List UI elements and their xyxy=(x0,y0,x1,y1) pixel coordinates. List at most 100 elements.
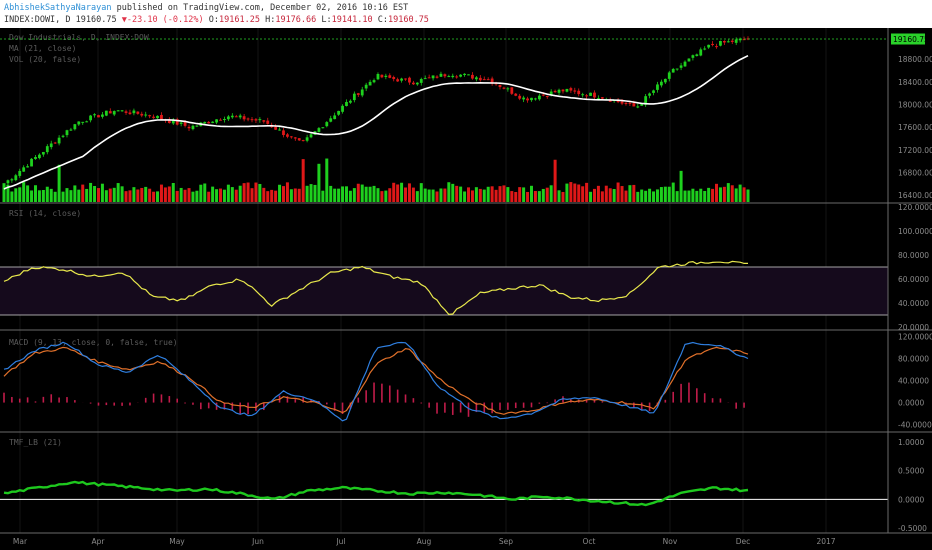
volume-bar xyxy=(411,187,415,202)
volume-bar xyxy=(699,188,703,202)
volume-bar xyxy=(585,182,589,202)
candle-body xyxy=(467,74,470,76)
candle-body xyxy=(691,55,695,58)
candle-body xyxy=(215,119,218,123)
candle-body xyxy=(89,115,93,121)
candle-body xyxy=(144,114,148,116)
volume-bar xyxy=(199,184,203,202)
volume-bar xyxy=(415,191,419,202)
candle-body xyxy=(667,72,671,79)
volume-bar xyxy=(258,183,262,202)
x-tick-label: Nov xyxy=(663,537,678,546)
candle-body xyxy=(246,118,250,120)
macd-hist-bar xyxy=(514,402,517,409)
volume-bar xyxy=(640,189,644,202)
x-tick-label: Dec xyxy=(736,537,751,546)
candle-body xyxy=(266,120,270,124)
symbol-name: INDEX:DOWI, D xyxy=(4,15,71,25)
price-pane-title: Dow Industrials, D, INDEX:DOW xyxy=(9,33,149,42)
volume-bar xyxy=(104,190,108,202)
macd-hist-bar xyxy=(483,402,486,414)
macd-hist-bar xyxy=(491,402,493,414)
volume-bar xyxy=(203,183,207,202)
volume-bar xyxy=(545,187,549,202)
candle-body xyxy=(45,146,49,153)
volume-bar xyxy=(722,186,726,202)
volume-bar xyxy=(89,182,93,202)
candle-body xyxy=(557,89,561,93)
candle-body xyxy=(687,58,691,62)
price-tick-label: 18800.00 xyxy=(898,55,932,64)
volume-bar xyxy=(427,189,431,202)
candle-body xyxy=(620,101,624,104)
volume-bar xyxy=(522,187,526,202)
candle-body xyxy=(675,68,679,70)
volume-bar xyxy=(112,187,116,202)
candle-body xyxy=(447,76,451,78)
candle-body xyxy=(301,140,305,142)
close-value: 19160.75 xyxy=(387,15,429,25)
volume-bar xyxy=(81,184,85,202)
candle-body xyxy=(183,121,187,126)
candle-body xyxy=(663,78,667,83)
macd-hist-bar xyxy=(97,402,100,406)
rsi-tick-label: 80.0000 xyxy=(898,251,929,260)
volume-bar xyxy=(65,188,69,202)
macd-hist-bar xyxy=(3,392,5,403)
volume-bar xyxy=(510,191,514,202)
volume-bar xyxy=(384,190,388,202)
volume-bar xyxy=(61,191,65,202)
candle-body xyxy=(242,116,246,120)
volume-bar xyxy=(502,185,506,202)
volume-bar xyxy=(144,186,148,202)
chart-area[interactable]: Dow Industrials, D, INDEX:DOW MA (21, cl… xyxy=(0,28,932,550)
volume-bar xyxy=(356,183,360,202)
candle-body xyxy=(537,95,541,100)
volume-bar xyxy=(423,188,427,202)
tmf-tick-label: 0.0000 xyxy=(898,495,924,504)
candle-body xyxy=(471,74,474,79)
candle-body xyxy=(636,106,640,108)
macd-hist-bar xyxy=(459,402,462,413)
volume-bar xyxy=(447,182,451,202)
macd-hist-bar xyxy=(507,402,509,410)
volume-bar xyxy=(262,187,266,202)
candle-body xyxy=(640,104,644,106)
candle-body xyxy=(364,84,368,89)
volume-bar xyxy=(293,188,297,202)
volume-bar xyxy=(467,187,471,202)
volume-bar xyxy=(592,188,596,202)
volume-indicator-label: VOL (20, false) xyxy=(9,55,81,64)
candle-body xyxy=(34,157,37,159)
candle-body xyxy=(258,119,262,121)
volume-bar xyxy=(419,183,423,202)
macd-title: MACD (9, 13, close, 0, false, true) xyxy=(9,338,178,347)
candle-body xyxy=(289,136,293,138)
candle-body xyxy=(589,92,592,96)
author-link[interactable]: AbhishekSathyaNarayan xyxy=(4,3,111,13)
macd-hist-bar xyxy=(34,401,37,403)
candle-body xyxy=(77,121,81,125)
volume-bar xyxy=(648,188,652,202)
macd-hist-bar xyxy=(176,398,179,403)
x-tick-label: Jun xyxy=(251,537,264,546)
candle-body xyxy=(439,73,443,77)
macd-hist-bar xyxy=(719,398,722,403)
volume-bar xyxy=(482,189,486,202)
candle-body xyxy=(368,81,372,86)
candle-body xyxy=(451,75,455,78)
volume-bar xyxy=(242,183,246,202)
macd-hist-bar xyxy=(121,402,123,406)
candle-body xyxy=(356,93,360,95)
macd-hist-bar xyxy=(373,382,375,403)
macd-hist-bar xyxy=(640,402,643,411)
candle-body xyxy=(514,93,518,96)
macd-hist-bar xyxy=(696,388,698,403)
tmf-tick-label: 0.5000 xyxy=(898,467,924,476)
volume-bar xyxy=(577,184,581,202)
open-value: 19161.25 xyxy=(219,15,260,25)
volume-bar xyxy=(301,159,305,202)
volume-bar xyxy=(321,190,325,202)
volume-bar xyxy=(667,186,671,202)
candle-body xyxy=(730,40,734,42)
